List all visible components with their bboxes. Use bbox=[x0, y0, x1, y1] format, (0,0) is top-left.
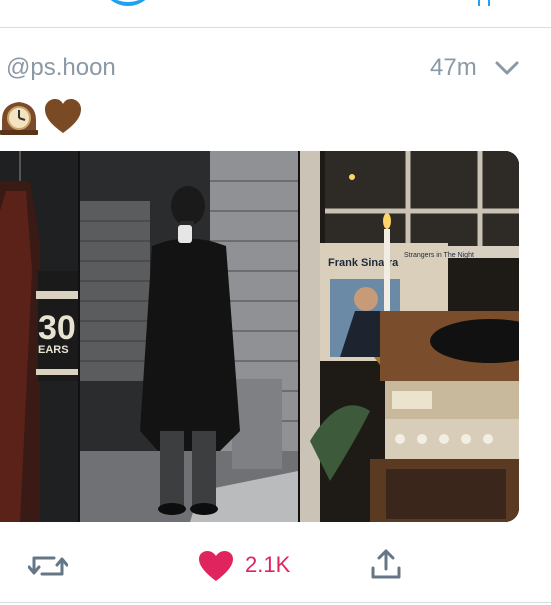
retweet-icon[interactable] bbox=[28, 552, 68, 580]
share-icon-edge bbox=[478, 0, 490, 6]
like-count[interactable]: 2.1K bbox=[245, 552, 290, 578]
mantelpiece-clock-icon bbox=[0, 102, 38, 135]
divider bbox=[0, 602, 551, 603]
jacket-small-text: EARS bbox=[38, 344, 69, 356]
media-photo-jacket[interactable]: 30 EARS bbox=[0, 151, 78, 522]
divider bbox=[0, 27, 551, 28]
media-photo-record-player[interactable]: Frank Sinatra Strangers in The Night bbox=[300, 151, 519, 522]
chevron-down-icon[interactable] bbox=[494, 58, 520, 78]
jacket-number-text: 30 bbox=[38, 309, 76, 347]
tweet-timestamp: 47m bbox=[430, 54, 477, 81]
avatar-edge bbox=[100, 0, 156, 6]
media-photo-person[interactable] bbox=[80, 151, 298, 522]
sleeve-album-text: Strangers in The Night bbox=[404, 252, 474, 259]
brown-heart-icon bbox=[45, 99, 81, 133]
share-icon[interactable] bbox=[370, 548, 402, 580]
like-heart-icon[interactable] bbox=[198, 550, 234, 582]
tweet-media[interactable]: 30 EARS Frank Sinatra Strangers in The N… bbox=[0, 151, 519, 522]
previous-tweet-edge bbox=[0, 0, 551, 28]
user-handle[interactable]: @ps.hoon bbox=[6, 54, 116, 82]
